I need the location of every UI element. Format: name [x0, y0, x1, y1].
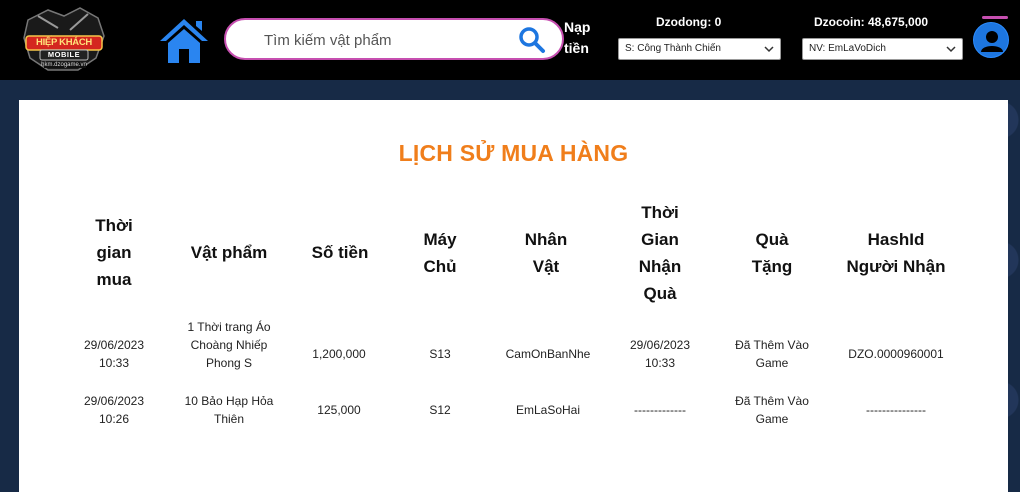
- column-header-amount: Số tiền: [311, 243, 369, 262]
- logo-title: HIỆP KHÁCH: [36, 37, 92, 48]
- table-cell: -------------: [634, 403, 686, 417]
- character-select[interactable]: NV: EmLaVoDich: [802, 38, 963, 60]
- user-icon: [981, 31, 1003, 52]
- search-icon[interactable]: [518, 26, 546, 54]
- dzocoin-balance: Dzocoin: 48,675,000: [814, 15, 929, 29]
- server-select-value: S: Công Thành Chiến: [625, 43, 721, 54]
- table-cell: EmLaSoHai: [515, 403, 581, 417]
- column-header-item: Vật phẩm: [190, 243, 268, 262]
- chevron-down-icon: [764, 46, 774, 53]
- table-cell: Đã Thêm Vào Game: [735, 394, 809, 426]
- column-header-hashid: HashId Người Nhận: [846, 230, 946, 276]
- column-header-server: Máy Chủ: [423, 230, 457, 276]
- table-cell: 1,200,000: [312, 347, 366, 361]
- page-title: LỊCH SỬ MUA HÀNG: [398, 140, 629, 166]
- table-cell: 1 Thời trang Áo Choàng Nhiếp Phong S: [187, 320, 271, 370]
- search-bar: [224, 18, 564, 60]
- table-cell: 125,000: [317, 403, 361, 417]
- column-header-time: Thời gian mua: [95, 216, 133, 289]
- table-cell: DZO.0000960001: [848, 347, 944, 361]
- user-avatar-button[interactable]: [973, 22, 1009, 58]
- topup-link[interactable]: Nạp tiền: [564, 17, 596, 59]
- table-cell: 10 Bảo Hạp Hỏa Thiên: [184, 394, 274, 426]
- avatar-indicator: [982, 16, 1008, 19]
- table-cell: CamOnBanNhe: [505, 347, 591, 361]
- character-select-value: NV: EmLaVoDich: [809, 43, 886, 54]
- table-cell: ---------------: [866, 403, 926, 417]
- home-button[interactable]: [158, 15, 210, 65]
- table-cell: 29/06/2023 10:33: [83, 338, 145, 370]
- table-cell: Đã Thêm Vào Game: [735, 338, 809, 370]
- top-navbar: HIỆP KHÁCH MOBILE hkm.dzogame.vn Nạp tiề…: [0, 0, 1020, 80]
- chevron-down-icon: [946, 46, 956, 53]
- table-cell: S12: [429, 403, 451, 417]
- logo-url: hkm.dzogame.vn: [41, 62, 87, 68]
- table-cell: 29/06/2023 10:26: [83, 394, 145, 426]
- server-select[interactable]: S: Công Thành Chiến: [618, 38, 781, 60]
- column-header-character: Nhân Vật: [524, 230, 568, 276]
- column-header-gift: Quà Tặng: [751, 230, 793, 276]
- table-cell: 29/06/2023 10:33: [629, 338, 691, 370]
- home-icon: [160, 19, 208, 63]
- purchase-history-panel: LỊCH SỬ MUA HÀNG Thời gian mua Vật phẩm …: [19, 100, 1008, 492]
- logo-subtitle: MOBILE: [47, 50, 81, 59]
- dzodong-balance: Dzodong: 0: [656, 15, 722, 29]
- search-input[interactable]: [242, 28, 512, 52]
- column-header-gift-time: Thời Gian Nhận Quà: [638, 203, 682, 303]
- table-cell: S13: [429, 347, 451, 361]
